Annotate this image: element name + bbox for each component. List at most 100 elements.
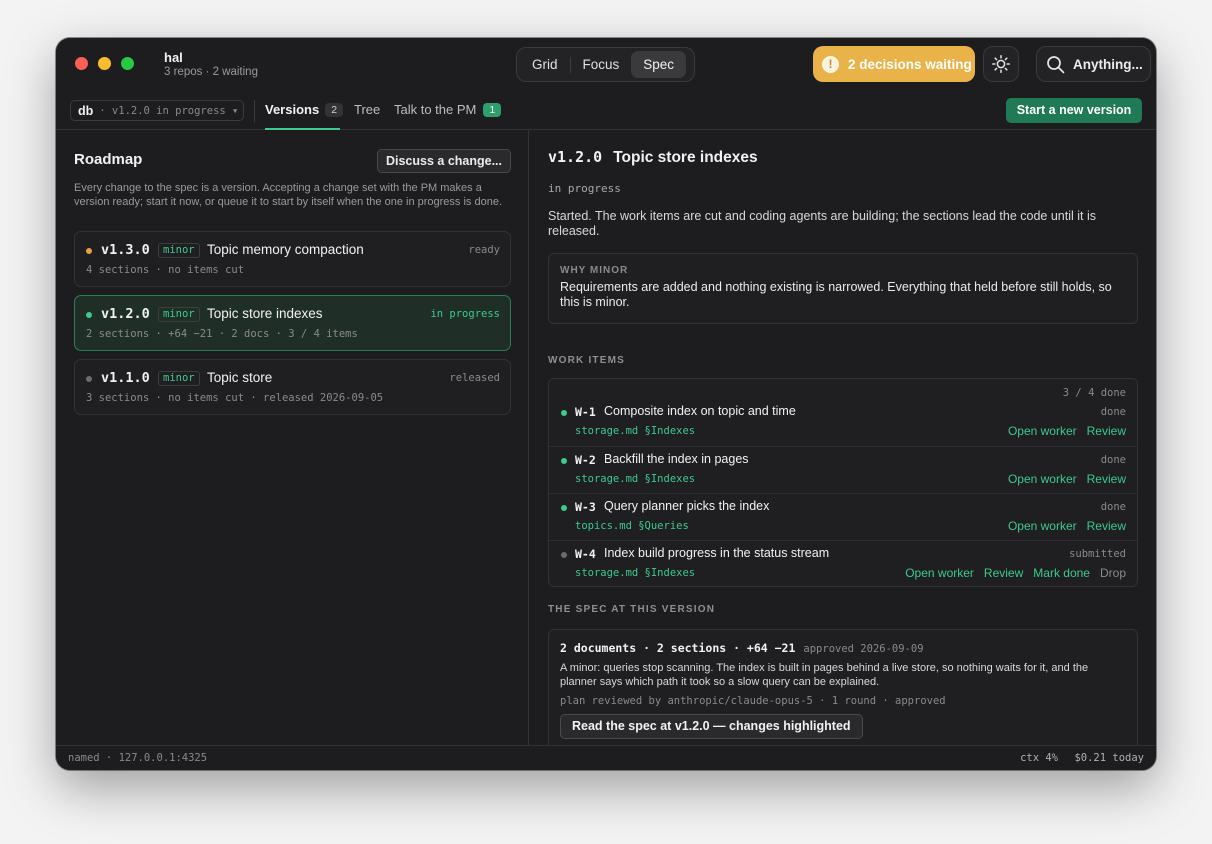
roadmap-pane: Roadmap Discuss a change... Every change…: [56, 130, 529, 745]
work-item-actions: Open worker Review: [1008, 519, 1126, 533]
version-meta: 2 sections · +64 −21 · 2 docs · 3 / 4 it…: [86, 328, 358, 340]
pm-count-badge: 1: [483, 102, 502, 117]
version-card[interactable]: v1.3.0 minor Topic memory compaction rea…: [74, 231, 511, 287]
version-title: Topic memory compaction: [207, 242, 364, 257]
work-item-ref-link[interactable]: storage.md §Indexes: [575, 473, 695, 485]
view-mode-spec[interactable]: Spec: [631, 51, 687, 78]
open-worker-link[interactable]: Open worker: [905, 566, 974, 580]
divider: [254, 100, 255, 122]
work-item-actions: Open worker Review: [1008, 472, 1126, 486]
status-dot: [86, 248, 92, 254]
theme-toggle-button[interactable]: [983, 46, 1019, 82]
detail-version: v1.2.0: [548, 148, 603, 166]
work-item-status: done: [1100, 406, 1126, 418]
tab-tree[interactable]: Tree: [354, 102, 380, 117]
view-mode-focus[interactable]: Focus: [571, 51, 632, 78]
drop-link[interactable]: Drop: [1100, 566, 1126, 580]
work-done-count: 3 / 4 done: [1062, 387, 1126, 399]
zoom-window-button[interactable]: [121, 57, 134, 70]
status-dot: [561, 458, 567, 464]
repo-status: · v1.2.0 in progress ▾: [99, 104, 239, 117]
close-window-button[interactable]: [75, 57, 88, 70]
work-item-ref-link[interactable]: topics.md §Queries: [575, 520, 689, 532]
search-icon: [1047, 55, 1065, 73]
work-item-id: W-2: [575, 453, 596, 467]
version-card-selected[interactable]: v1.2.0 minor Topic store indexes in prog…: [74, 295, 511, 351]
decisions-label: 2 decisions waiting: [848, 56, 972, 72]
repo-selector[interactable]: db · v1.2.0 in progress ▾: [70, 100, 244, 121]
open-worker-link[interactable]: Open worker: [1008, 519, 1077, 533]
work-item-status: done: [1100, 501, 1126, 513]
repo-name: db: [78, 103, 94, 118]
work-item-ref-link[interactable]: storage.md §Indexes: [575, 425, 695, 437]
minimize-window-button[interactable]: [98, 57, 111, 70]
tab-versions[interactable]: Versions 2: [265, 102, 344, 117]
status-dot: [561, 410, 567, 416]
spec-review-info: plan reviewed by anthropic/claude-opus-5…: [560, 695, 946, 707]
sun-icon: [992, 55, 1010, 73]
open-worker-link[interactable]: Open worker: [1008, 424, 1077, 438]
start-new-version-button[interactable]: Start a new version: [1006, 98, 1142, 123]
view-mode-grid[interactable]: Grid: [520, 51, 570, 78]
version-number: v1.2.0: [101, 306, 150, 322]
review-link[interactable]: Review: [1087, 472, 1126, 486]
app-subtitle: 3 repos · 2 waiting: [164, 66, 258, 78]
status-dot: [561, 552, 567, 558]
work-item-row: W-1 Composite index on topic and time do…: [549, 399, 1137, 446]
version-number: v1.1.0: [101, 370, 150, 386]
why-minor-text: Requirements are added and nothing exist…: [560, 280, 1112, 309]
work-item-id: W-3: [575, 500, 596, 514]
work-items-heading: WORK ITEMS: [548, 355, 625, 366]
review-link[interactable]: Review: [1087, 424, 1126, 438]
status-dot: [86, 312, 92, 318]
status-bar: named · 127.0.0.1:4325 ctx 4% $0.21 toda…: [56, 745, 1156, 770]
detail-title: Topic store indexes: [613, 149, 758, 166]
work-item-row: W-4 Index build progress in the status s…: [549, 540, 1137, 586]
read-spec-button[interactable]: Read the spec at v1.2.0 — changes highli…: [560, 714, 863, 739]
work-item-actions: Open worker Review Mark done Drop: [905, 566, 1126, 580]
version-meta: 3 sections · no items cut · released 202…: [86, 392, 384, 404]
versions-count-badge: 2: [325, 102, 344, 117]
spec-approved: approved 2026-09-09: [803, 643, 924, 655]
cost-today: $0.21 today: [1074, 752, 1144, 764]
work-item-ref-link[interactable]: storage.md §Indexes: [575, 567, 695, 579]
spec-stats-text: 2 documents · 2 sections · +64 −21: [560, 641, 796, 655]
work-item-id: W-4: [575, 547, 596, 561]
discuss-change-button[interactable]: Discuss a change...: [377, 149, 511, 173]
version-meta: 4 sections · no items cut: [86, 264, 245, 276]
tab-talk-to-pm[interactable]: Talk to the PM 1: [394, 102, 502, 117]
title-bar: hal 3 repos · 2 waiting Grid Focus Spec …: [56, 38, 1156, 92]
mark-done-link[interactable]: Mark done: [1033, 566, 1090, 580]
spec-description: A minor: queries stop scanning. The inde…: [560, 662, 1089, 688]
work-item-id: W-1: [575, 405, 596, 419]
roadmap-title: Roadmap: [74, 151, 143, 168]
search-button[interactable]: Anything...: [1036, 46, 1151, 82]
work-item-status: submitted: [1069, 548, 1126, 560]
review-link[interactable]: Review: [1087, 519, 1126, 533]
version-status: in progress: [430, 308, 500, 320]
work-item-actions: Open worker Review: [1008, 424, 1126, 438]
app-name: hal: [164, 50, 183, 65]
work-item-title: Backfill the index in pages: [604, 452, 749, 466]
work-item-row: W-2 Backfill the index in pages done sto…: [549, 446, 1137, 493]
version-card[interactable]: v1.1.0 minor Topic store released 3 sect…: [74, 359, 511, 415]
decisions-waiting-button[interactable]: ! 2 decisions waiting: [813, 46, 975, 82]
review-link[interactable]: Review: [984, 566, 1023, 580]
context-usage: ctx 4%: [1020, 752, 1058, 764]
detail-description: Started. The work items are cut and codi…: [548, 209, 1097, 238]
detail-header: v1.2.0 Topic store indexes: [548, 148, 758, 167]
version-status: released: [449, 372, 500, 384]
why-minor-label: WHY MINOR: [560, 265, 629, 276]
view-mode-switcher: Grid Focus Spec: [516, 47, 695, 82]
search-label: Anything...: [1073, 56, 1143, 72]
spec-summary-box: 2 documents · 2 sections · +64 −21 approv…: [548, 629, 1138, 745]
version-status: ready: [468, 244, 500, 256]
toolbar: db · v1.2.0 in progress ▾ Versions 2 Tre…: [56, 92, 1156, 130]
work-item-title: Index build progress in the status strea…: [604, 546, 830, 560]
work-item-title: Query planner picks the index: [604, 499, 770, 513]
open-worker-link[interactable]: Open worker: [1008, 472, 1077, 486]
version-detail-pane: v1.2.0 Topic store indexes in progress S…: [530, 130, 1156, 745]
work-item-row: W-3 Query planner picks the index done t…: [549, 493, 1137, 540]
version-kind-badge: minor: [158, 371, 200, 386]
status-dot: [86, 376, 92, 382]
